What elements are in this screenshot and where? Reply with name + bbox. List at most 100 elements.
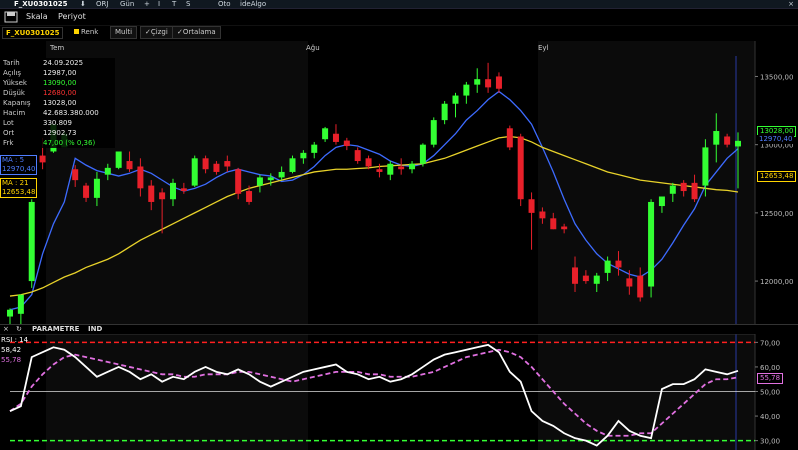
- candle: [115, 151, 122, 170]
- candle-body: [691, 182, 698, 200]
- candle: [430, 117, 437, 148]
- menu-periyot[interactable]: Periyot: [58, 12, 86, 21]
- info-value: 13090,00: [43, 79, 77, 87]
- topbar-item-s[interactable]: S: [186, 0, 190, 9]
- info-row: Ort 12902,73: [3, 128, 115, 138]
- price-tick-label: 12000,00: [760, 278, 793, 286]
- topbar-item-i[interactable]: I: [158, 0, 160, 9]
- info-value: 12902,73: [43, 129, 77, 137]
- topbar-item-idealgo[interactable]: ideAlgo: [240, 0, 266, 9]
- close-icon[interactable]: ×: [788, 0, 794, 9]
- indicator-close-icon[interactable]: ×: [3, 325, 9, 334]
- ma5-label: MA : 5: [2, 156, 25, 164]
- candle: [398, 158, 405, 175]
- refresh-icon[interactable]: ↻: [16, 325, 22, 334]
- candle: [343, 137, 350, 151]
- candle-body: [495, 76, 502, 89]
- rsi-ma-value: 55,78: [1, 356, 22, 364]
- candle: [7, 308, 13, 325]
- info-value: 13028,00: [43, 99, 77, 107]
- ma5-price-label: 12970,40: [757, 135, 795, 144]
- month-label: Tem: [49, 44, 64, 52]
- topbar-item-t[interactable]: T: [172, 0, 176, 9]
- ma21-price-label: 12653,48: [757, 171, 797, 182]
- ma5-legend: MA : 5 12970,40: [0, 155, 37, 175]
- candle-body: [300, 152, 307, 159]
- candle-body: [159, 192, 166, 200]
- symbol-title[interactable]: F_XU0301025: [14, 0, 67, 9]
- top-bar: F_XU0301025 ⬇ ORJ Gün + I T S Oto ideAlg…: [0, 0, 798, 9]
- rsi-tick-label: 70,00: [760, 339, 780, 347]
- candle-body: [104, 167, 111, 175]
- candle: [463, 81, 470, 104]
- ind-button[interactable]: IND: [88, 325, 102, 334]
- candle: [311, 141, 318, 159]
- info-label: Hacim: [3, 109, 26, 117]
- topbar-item-gun[interactable]: Gün: [120, 0, 134, 9]
- chart-toolbar: F_XU0301025 Renk Multi ✓Çizgi ✓Ortalama: [0, 26, 798, 41]
- candle-body: [506, 128, 513, 148]
- info-label: Frk: [3, 139, 14, 147]
- candle: [506, 125, 513, 151]
- candle-body: [93, 178, 100, 198]
- candle-body: [539, 211, 546, 219]
- info-label: Düşük: [3, 89, 25, 97]
- candle-body: [637, 275, 644, 298]
- candle-body: [126, 161, 133, 170]
- info-row: Lot 330.809: [3, 118, 115, 128]
- candle: [485, 62, 492, 93]
- candle-body: [115, 151, 122, 168]
- candle-body: [485, 79, 492, 88]
- info-value: 42.683.380.000: [43, 109, 99, 117]
- candle-body: [561, 226, 568, 230]
- candle-body: [517, 136, 524, 200]
- info-value: 330.809: [43, 119, 72, 127]
- color-swatch-icon: [74, 29, 79, 34]
- candle: [332, 124, 339, 145]
- candle-body: [267, 177, 274, 181]
- symbol-button[interactable]: F_XU0301025: [2, 27, 64, 39]
- candle: [517, 133, 524, 207]
- candle-body: [724, 136, 731, 145]
- candle: [474, 68, 481, 93]
- candle-body: [604, 260, 611, 273]
- topbar-item-plus[interactable]: +: [144, 0, 150, 9]
- info-row: Tarih 24.09.2025: [3, 58, 115, 68]
- save-icon[interactable]: [4, 11, 18, 23]
- info-label: Ort: [3, 129, 15, 137]
- candle-body: [713, 131, 720, 145]
- topbar-item-orj[interactable]: ORJ: [96, 0, 108, 9]
- info-row: Yüksek 13090,00: [3, 78, 115, 88]
- candle-body: [593, 275, 600, 284]
- indicator-header: × ↻ PARAMETRE IND: [0, 324, 798, 334]
- parametre-button[interactable]: PARAMETRE: [32, 325, 79, 334]
- cizgi-button[interactable]: ✓Çizgi: [140, 26, 173, 39]
- renk-button[interactable]: Renk: [74, 28, 98, 36]
- candle-body: [648, 201, 655, 287]
- multi-button[interactable]: Multi: [110, 26, 138, 39]
- ma21-value: 12653,48: [2, 188, 36, 196]
- candle: [441, 101, 448, 125]
- info-label: Lot: [3, 119, 14, 127]
- candle-body: [17, 294, 24, 314]
- info-row: Hacim 42.683.380.000: [3, 108, 115, 118]
- candle-body: [202, 158, 209, 170]
- candle: [387, 161, 394, 181]
- candle: [495, 72, 502, 93]
- download-icon[interactable]: ⬇: [80, 0, 86, 9]
- topbar-item-oto[interactable]: Oto: [218, 0, 231, 9]
- ortalama-button[interactable]: ✓Ortalama: [172, 26, 221, 39]
- candle-body: [83, 185, 90, 198]
- price-chart[interactable]: Tem Ağu Eyl12000,0012500,0013000,0013500,0…: [0, 41, 798, 450]
- candle-body: [224, 161, 231, 167]
- candle: [28, 199, 35, 288]
- candle-body: [387, 163, 394, 175]
- rsi-value: 58,42: [1, 346, 22, 354]
- candle: [191, 155, 198, 187]
- info-value: 12680,00: [43, 89, 77, 97]
- menu-skala[interactable]: Skala: [26, 12, 48, 21]
- candle-body: [582, 275, 589, 282]
- candle-body: [180, 188, 187, 192]
- candle-body: [289, 158, 296, 172]
- candle-body: [376, 169, 383, 172]
